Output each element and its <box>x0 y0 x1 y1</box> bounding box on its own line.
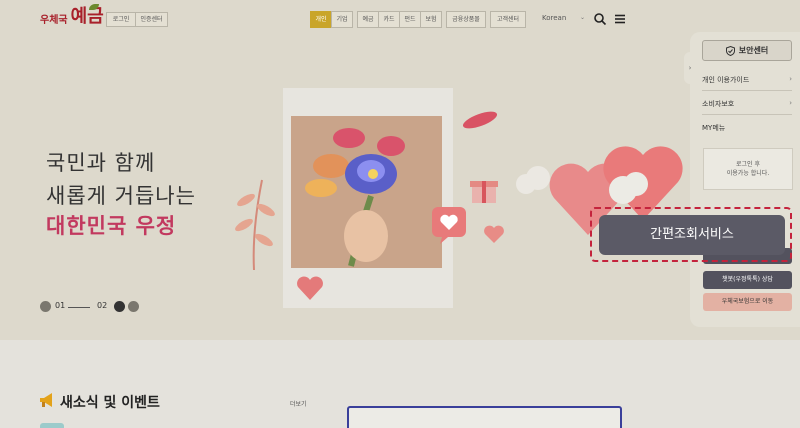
panel-item-label: MY메뉴 <box>702 124 726 132</box>
insurance-link-button[interactable]: 우체국보험으로 이동 <box>703 293 792 311</box>
chevron-down-icon[interactable]: ⌄ <box>580 14 585 21</box>
news-tab-indicator <box>40 423 64 428</box>
panel-item-consumer[interactable]: 소비자보호 › <box>702 99 792 109</box>
login-button[interactable]: 로그인 <box>106 12 136 27</box>
language-select[interactable]: Korean <box>542 14 566 22</box>
gift-box-icon <box>470 181 498 203</box>
login-notice-line-1: 로그인 후 <box>736 161 760 168</box>
heart-icon <box>297 276 323 300</box>
nav-deposit[interactable]: 예금 <box>357 11 379 28</box>
quick-inquiry-button[interactable]: 간편조회서비스 <box>599 215 785 255</box>
nav-fund[interactable]: 펀드 <box>399 11 421 28</box>
main-nav: 개인 기업 예금 카드 펀드 보험 금융상품몰 고객센터 <box>310 11 526 28</box>
shield-icon <box>725 45 735 56</box>
like-bubble-icon <box>432 207 466 244</box>
nav-customer-center[interactable]: 고객센터 <box>490 11 526 28</box>
small-heart-icon <box>484 225 504 243</box>
nav-personal[interactable]: 개인 <box>310 11 332 28</box>
divider <box>702 114 792 115</box>
security-center-label: 보안센터 <box>738 46 769 55</box>
nav-business[interactable]: 기업 <box>331 11 353 28</box>
hero-line-1: 국민과 함께 <box>46 151 156 175</box>
nav-insurance[interactable]: 보험 <box>420 11 442 28</box>
panel-item-label: 소비자보호 <box>702 100 735 108</box>
nav-product-mall[interactable]: 금융상품몰 <box>446 11 486 28</box>
news-title: 새소식 및 이벤트 <box>60 395 160 411</box>
pager-next-button[interactable] <box>128 301 139 312</box>
promo-card[interactable] <box>347 406 622 428</box>
chevron-right-icon[interactable]: › <box>684 52 696 84</box>
pager-next-number: 02 <box>97 301 108 310</box>
logo-small-text: 우체국 <box>40 15 68 26</box>
chevron-right-icon: › <box>789 75 792 83</box>
login-notice: 로그인 후 이용가능 합니다. <box>703 148 793 190</box>
chatbot-button[interactable]: 챗봇(우정톡톡) 상담 <box>703 271 792 289</box>
hero-accent-text: 대한민국 우정 <box>46 214 177 238</box>
hero-line-2: 새롭게 거듭나는 <box>46 184 196 208</box>
petal-icon <box>462 111 498 129</box>
leaf-branch-icon <box>235 179 275 270</box>
login-notice-line-2: 이용가능 합니다. <box>726 170 770 177</box>
chevron-right-icon: › <box>789 99 792 107</box>
bouquet-illustration-icon <box>305 128 405 267</box>
pager-prev-button[interactable] <box>40 301 51 312</box>
logo[interactable]: 우체국 예금 <box>40 4 104 27</box>
divider <box>702 90 792 91</box>
nav-card[interactable]: 카드 <box>378 11 400 28</box>
megaphone-icon <box>40 393 52 407</box>
panel-item-label: 개인 이용가이드 <box>702 76 750 84</box>
logo-big-text: 예금 <box>70 6 104 27</box>
cert-center-button[interactable]: 인증센터 <box>135 12 168 27</box>
cloud-icon <box>516 166 550 194</box>
panel-item-my-menu[interactable]: MY메뉴 <box>702 123 792 133</box>
panel-item-guide[interactable]: 개인 이용가이드 › <box>702 75 792 85</box>
pager-current: 01 <box>55 301 66 310</box>
search-icon[interactable] <box>593 12 607 26</box>
more-link[interactable]: 더보기 <box>290 399 307 408</box>
menu-icon[interactable] <box>613 12 627 26</box>
pager-progress <box>68 307 90 308</box>
pause-icon[interactable] <box>114 301 125 312</box>
security-center-button[interactable]: 보안센터 <box>702 40 792 61</box>
